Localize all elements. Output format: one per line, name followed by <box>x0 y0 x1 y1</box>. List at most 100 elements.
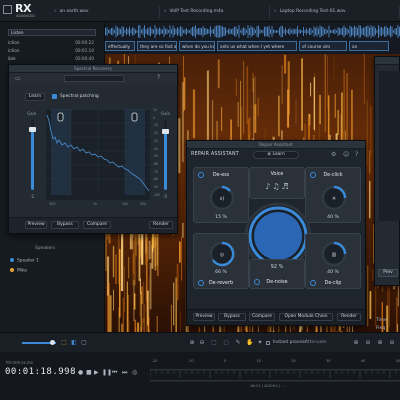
tab-file-1[interactable]: x an earth.wav <box>50 6 160 18</box>
de-clip-knob[interactable]: ▥ <box>320 240 348 268</box>
tool-icon[interactable]: ◧ <box>70 339 78 347</box>
brush-icon[interactable]: ✎ <box>234 339 242 347</box>
open-module-chain-button[interactable]: Open Module Chain <box>279 313 333 321</box>
spectrogram-streak <box>366 100 368 166</box>
stop-icon[interactable]: ■ <box>86 369 92 376</box>
zoom-slider-thumb[interactable] <box>50 340 55 345</box>
record-icon[interactable]: ● <box>78 369 83 376</box>
module-de-clip[interactable]: ▥ 40 % De-clip <box>305 233 361 289</box>
waveform-bar <box>259 29 261 34</box>
rewind-icon[interactable]: ⏮ <box>112 369 117 377</box>
render-button[interactable]: Render <box>337 313 361 321</box>
compare-button[interactable]: Compare <box>83 221 111 229</box>
bypass-button[interactable]: Bypass <box>218 313 246 321</box>
instant-process-checkbox[interactable] <box>266 341 270 345</box>
magic-wand-icon[interactable]: ✦ <box>256 339 264 347</box>
module-de-click[interactable]: De-click ✳ 40 % <box>305 167 361 223</box>
spectrogram-streak <box>235 78 237 96</box>
zoom-reset-out-icon[interactable]: ⊖ <box>388 339 396 347</box>
gain-right-slider[interactable] <box>162 120 169 190</box>
spectrogram-streak <box>254 76 256 121</box>
transcript-word[interactable]: when do you know <box>179 41 215 51</box>
tab-file-3[interactable]: x Laptop Recording Test-01.wav <box>270 6 400 18</box>
gain-left-thumb[interactable] <box>29 127 36 132</box>
waveform-bar <box>132 27 133 36</box>
waveform-bar <box>393 30 394 33</box>
module-de-ess[interactable]: De-ess s) 15 % <box>193 167 249 223</box>
learn-button[interactable]: Learn <box>25 93 45 101</box>
zoom-in-icon[interactable]: ⊕ <box>188 339 196 347</box>
list-item[interactable]: iction 00:01:10 <box>8 47 96 54</box>
waveform-bar <box>109 29 111 34</box>
waveform-bar <box>339 28 340 35</box>
zoom-fit-icon[interactable]: ⊕ <box>352 339 360 347</box>
repair-assistant-window: Repair Assistant REPAIR ASSISTANT ◉ Lear… <box>186 140 366 326</box>
loop-icon[interactable]: ↻ <box>70 369 75 376</box>
spectrogram-streak <box>246 66 249 125</box>
lasso-icon[interactable]: ◌ <box>222 339 230 347</box>
user-icon[interactable]: ☺ <box>343 151 349 158</box>
listen-dropdown[interactable]: Listen <box>8 29 96 36</box>
help-icon[interactable]: ? <box>355 151 358 158</box>
band-handle-left[interactable] <box>57 112 64 122</box>
settings-icon[interactable]: ⚙ <box>331 151 336 158</box>
compare-button[interactable]: Compare <box>249 313 275 321</box>
list-item[interactable]: ible 00:00:40 <box>8 55 96 62</box>
app-menu-icon[interactable] <box>3 5 12 14</box>
band-handle-right[interactable] <box>131 112 138 122</box>
preview-button[interactable]: Preview <box>25 221 47 229</box>
waveform-overview[interactable] <box>105 24 400 39</box>
pause-icon[interactable]: ❚❚ <box>102 369 112 376</box>
de-reverb-knob[interactable]: ◎ <box>208 240 236 268</box>
zoom-out-icon[interactable]: ⊖ <box>198 339 206 347</box>
spectral-patching-checkbox[interactable] <box>52 94 57 99</box>
module-de-reverb[interactable]: ◎ 66 % De-reverb <box>193 233 249 289</box>
spectrogram-streak <box>146 251 147 290</box>
waveform-bar <box>370 25 372 38</box>
preview-button[interactable]: Preview <box>193 313 215 321</box>
transcript-word[interactable]: they are so fast a wary <box>137 41 177 51</box>
spectrum-graph[interactable] <box>45 109 151 201</box>
forward-icon[interactable]: ⏭ <box>122 369 127 377</box>
preview-button[interactable]: Prev <box>378 269 398 277</box>
de-ess-knob[interactable]: s) <box>208 184 236 212</box>
transcript-word[interactable]: effectually <box>105 41 135 51</box>
zoom-fit-out-icon[interactable]: ⊖ <box>364 339 372 347</box>
help-icon[interactable]: ? <box>157 74 160 81</box>
waveform-bar <box>139 25 141 38</box>
tab-file-2[interactable]: x VoIP Test Recording.m4a <box>160 6 270 18</box>
waveform-bar <box>135 29 136 34</box>
gain-right-thumb[interactable] <box>162 129 169 134</box>
preset-dropdown[interactable] <box>64 75 124 82</box>
module-percent: 40 % <box>327 270 339 275</box>
tool-icon[interactable]: ⬚ <box>60 339 68 347</box>
select-icon[interactable]: ⬚ <box>210 339 218 347</box>
play-icon[interactable]: ▶ <box>94 369 99 376</box>
render-button[interactable]: Render <box>149 221 173 229</box>
close-icon[interactable]: x <box>274 9 277 14</box>
monitor-icon[interactable]: ◎ <box>132 369 137 376</box>
waveform-bar <box>151 28 153 35</box>
waveform-bar <box>120 28 121 35</box>
instrument-icons[interactable]: ♪♫♬ <box>258 182 298 191</box>
transcript-word[interactable]: an <box>349 41 389 51</box>
bypass-button[interactable]: Bypass <box>51 221 79 229</box>
speaker-item-2[interactable]: Mike <box>10 268 27 274</box>
hand-icon[interactable]: ✋ <box>246 339 254 347</box>
close-icon[interactable]: x <box>164 9 167 14</box>
gain-left-slider[interactable] <box>29 120 36 190</box>
speaker-item-1[interactable]: Speaker 1 <box>10 258 39 264</box>
zoom-reset-icon[interactable]: ⊕ <box>376 339 384 347</box>
transcript-word[interactable]: ants us what when I yet where <box>217 41 297 51</box>
module-voice[interactable]: Voice ♪♫♬ <box>249 167 305 199</box>
de-click-knob[interactable]: ✳ <box>320 184 348 212</box>
close-icon[interactable]: x <box>54 9 57 14</box>
module-de-noise[interactable]: 92 % De-noise <box>249 259 305 289</box>
spectrogram-streak <box>318 93 320 144</box>
transcript-word[interactable]: of course sim <box>299 41 347 51</box>
tool-icon[interactable]: ▢ <box>80 339 88 347</box>
waveform-bar <box>150 26 151 37</box>
list-item[interactable]: iction 00:00:22 <box>8 39 96 46</box>
attenuate-dropdown[interactable]: Attenuate <box>305 340 327 345</box>
learn-button[interactable]: ◉ Learn <box>253 151 299 159</box>
